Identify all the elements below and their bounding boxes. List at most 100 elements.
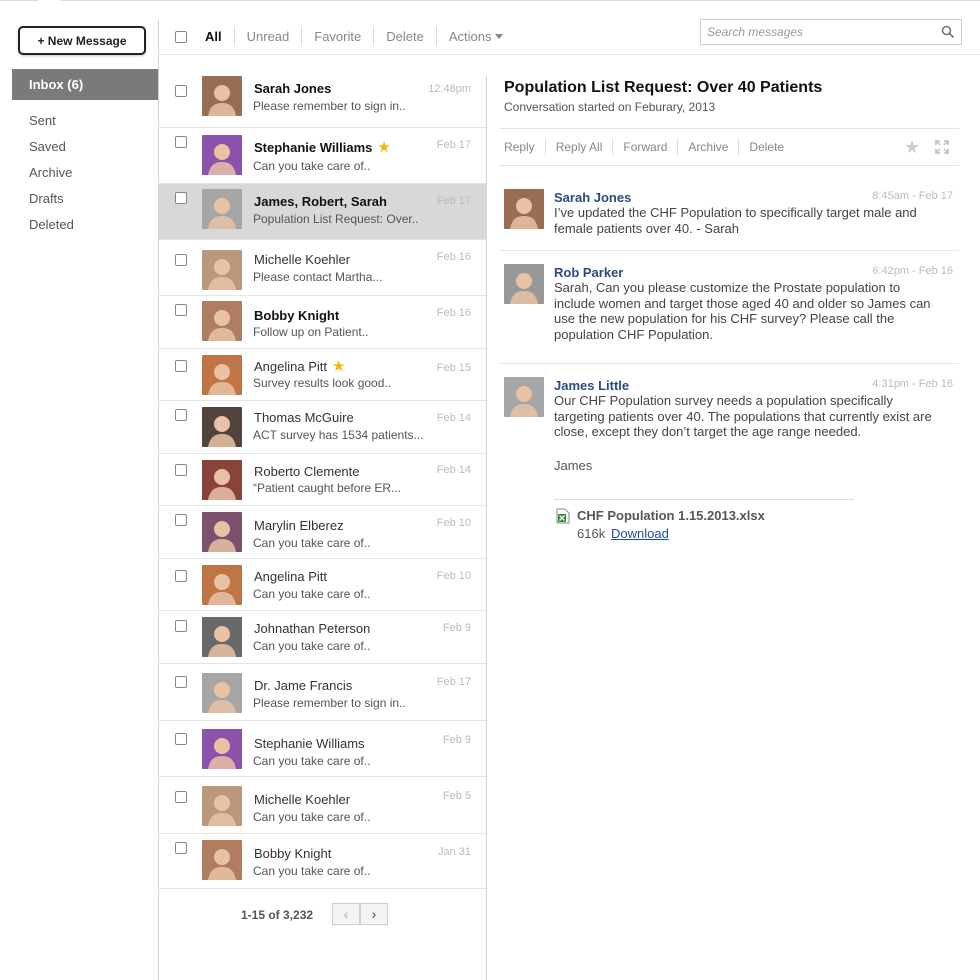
message-sender[interactable]: James Little [554, 378, 629, 393]
search-icon[interactable] [941, 25, 955, 39]
message-sender-name: Bobby Knight [254, 308, 339, 323]
message-sender[interactable]: Rob Parker [554, 265, 623, 280]
message-checkbox[interactable] [175, 409, 187, 421]
attachment-name[interactable]: CHF Population 1.15.2013.xlsx [577, 508, 765, 523]
star-icon[interactable]: ★ [332, 359, 345, 374]
sender-name-text: Bobby Knight [254, 308, 340, 323]
actions-dropdown[interactable]: Actions [435, 26, 516, 46]
archive-button[interactable]: Archive [677, 139, 738, 155]
message-checkbox[interactable] [175, 791, 187, 803]
filter-favorite[interactable]: Favorite [301, 26, 373, 46]
sidebar-item-inbox[interactable]: Inbox (6) [12, 69, 158, 100]
message-row[interactable]: Angelina Pitt Can you take care of.. Feb 1… [159, 559, 486, 611]
message-checkbox[interactable] [175, 514, 187, 526]
sender-name-text: Angelina Pitt [254, 569, 327, 584]
message-checkbox[interactable] [175, 254, 187, 266]
sender-name-text: Michelle Koehler [254, 792, 351, 807]
search-input[interactable] [701, 20, 931, 44]
message-checkbox[interactable] [175, 842, 187, 854]
message-checkbox[interactable] [175, 360, 187, 372]
prev-page-button[interactable]: ‹ [332, 903, 360, 925]
message-checkbox[interactable] [175, 570, 187, 582]
message-snippet: Can you take care of.. [253, 754, 371, 768]
message-row[interactable]: Stephanie Williams ★ Can you take care of.… [159, 128, 486, 184]
message-checkbox[interactable] [175, 464, 187, 476]
message-date: Feb 16 [436, 251, 471, 263]
message-body: I’ve updated the CHF Population to speci… [554, 205, 917, 236]
expand-icon[interactable] [935, 140, 949, 154]
message-date: Feb 10 [436, 570, 471, 582]
message-checkbox[interactable] [175, 85, 187, 97]
message-row[interactable]: Marylin Elberez Can you take care of.. Feb… [159, 506, 486, 559]
message-row[interactable]: Stephanie Williams Can you take care of..… [159, 721, 486, 777]
message-sender[interactable]: Sarah Jones [554, 190, 631, 205]
message-time: 6:42pm - Feb 16 [872, 265, 953, 277]
reply-button[interactable]: Reply [504, 139, 545, 155]
next-page-button[interactable]: › [360, 903, 388, 925]
message-row[interactable]: Bobby Knight Follow up on Patient.. Feb 16 [159, 296, 486, 349]
message-checkbox[interactable] [175, 676, 187, 688]
sidebar-item-saved[interactable]: Saved [29, 133, 74, 159]
message-row[interactable]: Angelina Pitt ★ Survey results look good..… [159, 349, 486, 401]
message-sender-name: Marylin Elberez [254, 518, 344, 533]
message-sender-name: Johnathan Peterson [254, 621, 370, 636]
message-date: Feb 14 [436, 464, 471, 476]
message-snippet: Can you take care of.. [253, 587, 371, 601]
thread-message: Sarah Jones 8:45am - Feb 17 I’ve updated… [499, 189, 959, 236]
message-sender-name: Dr. Jame Francis [254, 678, 352, 693]
avatar [504, 377, 544, 417]
message-sender-name: Sarah Jones [254, 81, 331, 96]
favorite-star-icon[interactable]: ★ [904, 138, 920, 156]
avatar [202, 840, 242, 880]
filter-unread[interactable]: Unread [233, 26, 302, 46]
message-sender-name: Michelle Koehler [254, 252, 350, 267]
message-row[interactable]: Michelle Koehler Please contact Martha...… [159, 240, 486, 296]
message-snippet: Can you take care of.. [253, 159, 371, 173]
forward-button[interactable]: Forward [612, 139, 677, 155]
message-snippet: Population List Request: Over.. [253, 212, 419, 226]
chevron-left-icon: ‹ [343, 906, 349, 922]
message-sender-name: James, Robert, Sarah [254, 194, 387, 209]
message-row[interactable]: Michelle Koehler Can you take care of.. Fe… [159, 777, 486, 834]
message-snippet: ACT survey has 1534 patients... [253, 428, 424, 442]
sender-name-text: Johnathan Peterson [254, 621, 371, 636]
message-checkbox[interactable] [175, 136, 187, 148]
message-checkbox[interactable] [175, 620, 187, 632]
star-icon[interactable]: ★ [377, 140, 390, 155]
delete-button[interactable]: Delete [373, 26, 436, 46]
new-message-button[interactable]: + New Message [18, 26, 146, 55]
thread-divider [499, 250, 959, 251]
message-row[interactable]: Bobby Knight Can you take care of.. Jan 31 [159, 834, 486, 889]
avatar [202, 786, 242, 826]
message-checkbox[interactable] [175, 304, 187, 316]
sidebar-item-drafts[interactable]: Drafts [29, 185, 74, 211]
avatar [202, 729, 242, 769]
message-row[interactable]: Johnathan Peterson Can you take care of..… [159, 611, 486, 664]
message-checkbox[interactable] [175, 192, 187, 204]
message-row[interactable]: James, Robert, Sarah Population List Requ… [159, 184, 486, 240]
delete-conversation-button[interactable]: Delete [738, 139, 794, 155]
download-link[interactable]: Download [611, 526, 669, 541]
reply-all-button[interactable]: Reply All [544, 139, 613, 155]
sidebar-item-archive[interactable]: Archive [29, 159, 74, 185]
message-date: Feb 14 [436, 412, 471, 424]
message-row[interactable]: Thomas McGuire ACT survey has 1534 patien… [159, 401, 486, 454]
message-row[interactable]: Roberto Clemente “Patient caught before E… [159, 454, 486, 506]
message-date: Feb 10 [436, 517, 471, 529]
excel-file-icon [556, 508, 570, 524]
message-body: Sarah, Can you please customize the Pros… [554, 280, 931, 342]
filter-all[interactable]: All [203, 26, 234, 46]
message-row[interactable]: Sarah Jones Please remember to sign in.. 1… [159, 67, 486, 128]
message-sender-name: Bobby Knight [254, 846, 331, 861]
avatar [202, 250, 242, 290]
sender-name-text: James, Robert, Sarah [254, 194, 387, 209]
message-snippet: Please remember to sign in.. [253, 696, 406, 710]
message-checkbox[interactable] [175, 733, 187, 745]
message-row[interactable]: Dr. Jame Francis Please remember to sign … [159, 664, 486, 721]
sidebar-item-sent[interactable]: Sent [29, 107, 74, 133]
message-snippet: Follow up on Patient.. [253, 325, 369, 339]
select-all-checkbox[interactable] [175, 31, 187, 43]
message-body: Our CHF Population survey needs a popula… [554, 393, 932, 439]
message-date: Feb 17 [436, 139, 471, 151]
sidebar-item-deleted[interactable]: Deleted [29, 211, 74, 237]
